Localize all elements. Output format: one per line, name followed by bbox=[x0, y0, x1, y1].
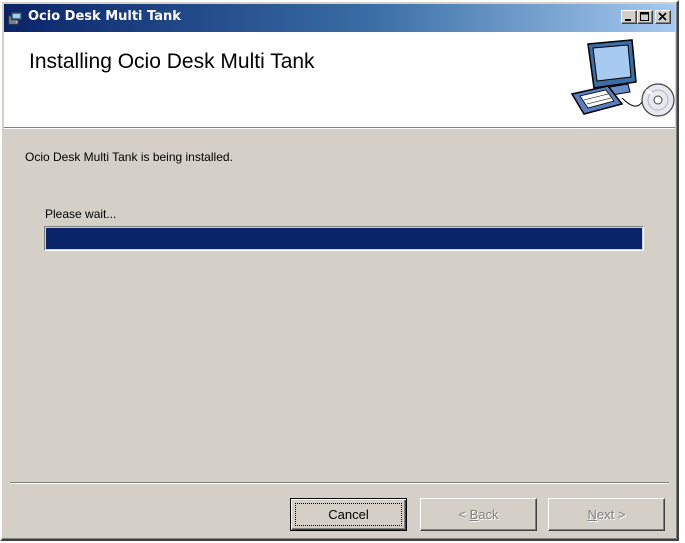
minimize-icon bbox=[625, 19, 631, 21]
button-separator bbox=[10, 482, 669, 484]
progress-bar-fill bbox=[46, 228, 642, 249]
progress-label: Please wait... bbox=[45, 207, 117, 221]
computer-with-cd-icon bbox=[570, 39, 675, 117]
next-button-label: Next > bbox=[588, 507, 626, 522]
close-button[interactable] bbox=[655, 10, 671, 24]
installer-app-icon bbox=[8, 11, 23, 25]
maximize-icon bbox=[640, 12, 649, 21]
back-button-label: < Back bbox=[458, 507, 498, 522]
installer-window: Ocio Desk Multi Tank Installing Ocio Des… bbox=[0, 0, 679, 541]
next-button[interactable]: Next > bbox=[548, 498, 665, 531]
next-rest: ext > bbox=[596, 507, 626, 522]
window-title: Ocio Desk Multi Tank bbox=[28, 9, 181, 24]
cancel-button[interactable]: Cancel bbox=[290, 498, 407, 531]
back-button[interactable]: < Back bbox=[420, 498, 537, 531]
back-rest: ack bbox=[478, 507, 499, 522]
minimize-button[interactable] bbox=[621, 10, 637, 24]
back-prefix: < bbox=[458, 507, 470, 522]
maximize-button[interactable] bbox=[637, 10, 653, 24]
close-icon bbox=[658, 12, 667, 21]
next-mnemonic: N bbox=[587, 507, 597, 522]
status-message: Ocio Desk Multi Tank is being installed. bbox=[25, 150, 233, 164]
title-bar[interactable]: Ocio Desk Multi Tank bbox=[4, 4, 675, 32]
header-banner: Installing Ocio Desk Multi Tank bbox=[4, 32, 675, 129]
install-progress-bar bbox=[44, 226, 644, 251]
focus-rectangle bbox=[295, 503, 402, 526]
page-title: Installing Ocio Desk Multi Tank bbox=[29, 50, 315, 73]
